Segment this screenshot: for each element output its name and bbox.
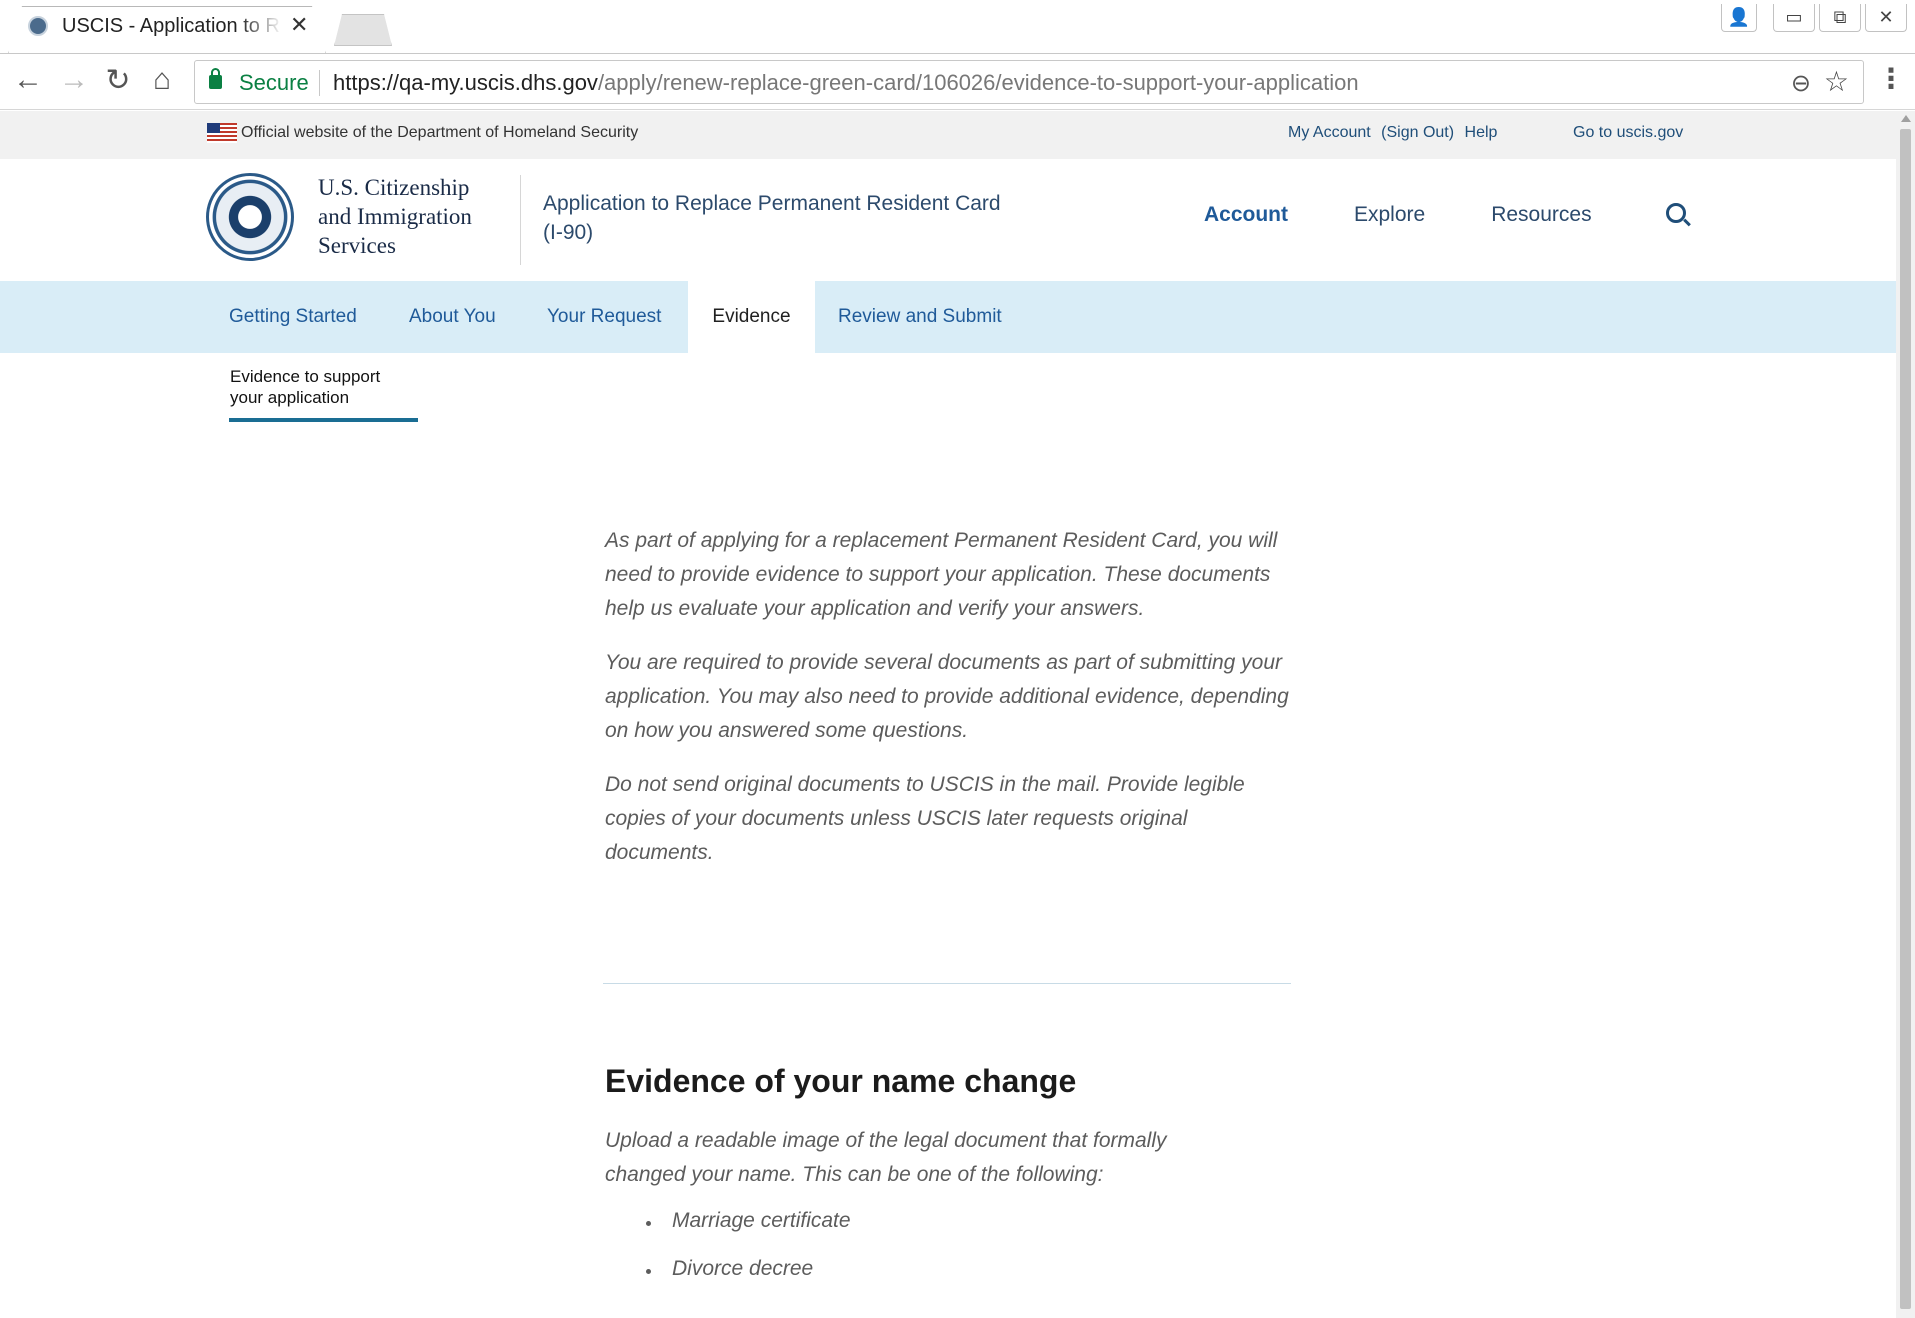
section-description: Upload a readable image of the legal doc… [605, 1129, 1167, 1186]
substep-evidence-to-support[interactable]: Evidence to support your application [230, 366, 380, 408]
url-text[interactable]: https://qa-my.uscis.dhs.gov/apply/renew-… [333, 70, 1359, 96]
nav-resources[interactable]: Resources [1491, 203, 1591, 227]
dhs-seal-favicon-icon [28, 16, 48, 36]
zoom-icon[interactable]: ⊖ [1791, 69, 1811, 98]
step-about-you[interactable]: About You [409, 281, 496, 353]
intro-content: As part of applying for a replacement Pe… [605, 524, 1295, 890]
step-evidence[interactable]: Evidence [688, 281, 815, 353]
intro-paragraph: Do not send original documents to USCIS … [605, 773, 1245, 864]
address-bar[interactable]: Secure https://qa-my.uscis.dhs.gov/apply… [194, 60, 1864, 104]
page-viewport: Official website of the Department of Ho… [0, 111, 1896, 1318]
secure-label: Secure [239, 70, 309, 95]
nav-account[interactable]: Account [1204, 203, 1288, 227]
section-divider [603, 983, 1291, 984]
account-links: My Account (Sign Out) Help [1288, 124, 1503, 142]
minimize-button[interactable]: ▭ [1773, 4, 1815, 32]
back-arrow-icon[interactable]: ← [10, 62, 46, 98]
section-title: Evidence of your name change [605, 1063, 1077, 1099]
list-item: Divorce decree [640, 1257, 851, 1305]
accepted-documents-list: Marriage certificate Divorce decree [640, 1209, 851, 1305]
step-navigation: Getting Started About You Your Request E… [0, 281, 1896, 353]
step-review-and-submit[interactable]: Review and Submit [838, 281, 1002, 353]
page-scrollbar[interactable] [1896, 111, 1915, 1318]
step-your-request[interactable]: Your Request [547, 281, 661, 353]
site-header: U.S. Citizenship and Immigration Service… [0, 159, 1896, 281]
agency-name[interactable]: U.S. Citizenship and Immigration Service… [318, 173, 508, 260]
scrollbar-thumb[interactable] [1900, 129, 1911, 1309]
list-item: Marriage certificate [640, 1209, 851, 1257]
help-link[interactable]: Help [1465, 124, 1498, 141]
substep-active-indicator [229, 418, 418, 422]
step-getting-started[interactable]: Getting Started [229, 281, 357, 353]
url-host: https://qa-my.uscis.dhs.gov [333, 70, 598, 95]
url-path: /apply/renew-replace-green-card/106026/e… [597, 70, 1359, 95]
official-gov-banner: Official website of the Department of Ho… [0, 111, 1896, 159]
reload-icon[interactable]: ↻ [100, 62, 136, 98]
bookmark-star-icon[interactable]: ☆ [1824, 65, 1849, 98]
intro-paragraph: As part of applying for a replacement Pe… [605, 529, 1278, 620]
application-title: Application to Replace Permanent Residen… [543, 192, 1001, 244]
profile-icon[interactable]: 👤 [1721, 4, 1757, 32]
forward-arrow-icon[interactable]: → [56, 62, 92, 98]
go-to-uscis-link[interactable]: Go to uscis.gov [1573, 124, 1683, 142]
scroll-up-arrow-icon[interactable] [1901, 115, 1911, 122]
new-tab-button[interactable] [334, 14, 392, 46]
dhs-seal-icon[interactable] [206, 173, 294, 261]
search-icon[interactable] [1666, 203, 1686, 223]
my-account-link[interactable]: My Account [1288, 124, 1371, 141]
tab-close-icon[interactable]: ✕ [290, 13, 308, 37]
us-flag-icon [207, 123, 237, 143]
intro-paragraph: You are required to provide several docu… [605, 651, 1289, 742]
lock-icon [209, 68, 222, 89]
main-nav: Account Explore Resources [1204, 203, 1658, 227]
browser-tabstrip: USCIS - Application to Re ✕ 👤 ▭ ⧉ ✕ [0, 0, 1915, 54]
nav-explore[interactable]: Explore [1354, 203, 1425, 227]
browser-toolbar: ← → ↻ ⌂ Secure https://qa-my.uscis.dhs.g… [0, 54, 1915, 110]
browser-menu-icon[interactable]: ⋮ [1877, 62, 1905, 95]
home-icon[interactable]: ⌂ [144, 62, 180, 98]
close-window-button[interactable]: ✕ [1865, 4, 1907, 32]
window-controls: 👤 ▭ ⧉ ✕ [1721, 4, 1907, 34]
restore-button[interactable]: ⧉ [1819, 4, 1861, 32]
sign-out-link[interactable]: (Sign Out) [1381, 124, 1454, 141]
official-website-text: Official website of the Department of Ho… [241, 124, 639, 141]
